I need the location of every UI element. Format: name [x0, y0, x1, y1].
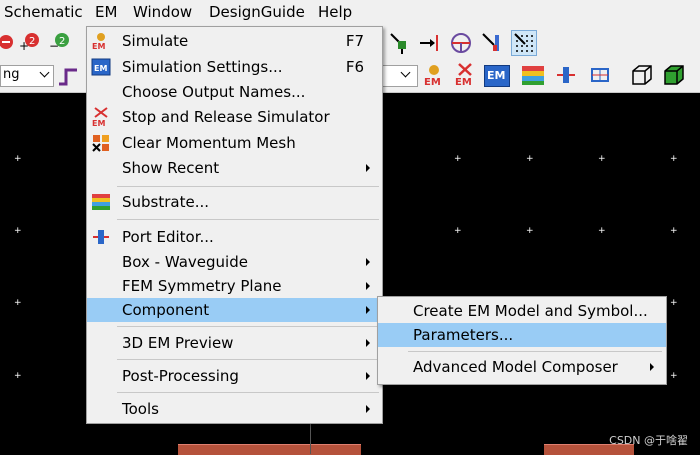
menu-bar: Schematic EM Window DesignGuide Help [0, 0, 700, 26]
em-simulate-icon[interactable]: EM [422, 63, 446, 87]
menu-item-3d-em-preview[interactable]: 3D EM Preview [87, 332, 382, 354]
menu-window[interactable]: Window [133, 3, 192, 21]
menu-item-box-waveguide[interactable]: Box - Waveguide [87, 251, 382, 273]
menu-item-fem-symmetry[interactable]: FEM Symmetry Plane [87, 275, 382, 297]
grid-dot: + [670, 371, 678, 381]
layer-combo-value: ng [3, 67, 20, 82]
substrate-icon [92, 194, 110, 210]
stop-simulator-icon: EM [92, 107, 108, 127]
mesh-settings-icon[interactable] [590, 63, 614, 87]
grid-dot: + [14, 154, 22, 164]
menu-schematic[interactable]: Schematic [4, 3, 83, 21]
submenu-arrow-icon [366, 282, 370, 290]
svg-text:EM: EM [92, 119, 105, 127]
submenu-arrow-icon [366, 405, 370, 413]
submenu-item-parameters[interactable]: Parameters... [378, 323, 666, 347]
chevron-down-icon [39, 67, 50, 78]
submenu-item-advanced-composer[interactable]: Advanced Model Composer [378, 356, 666, 378]
menu-separator [117, 326, 379, 327]
submenu-item-create-em-model[interactable]: Create EM Model and Symbol... [378, 300, 666, 322]
svg-text:EM: EM [424, 77, 441, 87]
substrate-icon[interactable] [521, 63, 545, 87]
menu-separator [117, 186, 379, 187]
grid-dot: + [670, 154, 678, 164]
chevron-down-icon [400, 67, 411, 78]
menu-item-show-recent[interactable]: Show Recent [87, 157, 382, 179]
menu-designguide[interactable]: DesignGuide [209, 3, 305, 21]
em-stop-icon[interactable]: EM [453, 63, 477, 87]
snap-grid-icon[interactable] [511, 30, 537, 56]
port-editor-icon[interactable] [554, 63, 578, 87]
em-settings-icon[interactable]: EM [484, 65, 510, 87]
svg-text:EM: EM [92, 42, 105, 51]
menu-separator [117, 392, 379, 393]
layout-shape[interactable] [178, 444, 361, 455]
grid-dot: + [598, 226, 606, 236]
menu-item-clear-mesh[interactable]: Clear Momentum Mesh [87, 132, 382, 154]
ground-target-icon[interactable] [449, 31, 473, 55]
menu-item-choose-output-names[interactable]: Choose Output Names... [87, 81, 382, 103]
grid-dot: + [598, 154, 606, 164]
grid-dot: + [14, 298, 22, 308]
menu-separator [117, 359, 379, 360]
3d-box-icon[interactable] [630, 63, 654, 87]
grid-dot: + [526, 226, 534, 236]
canvas-guide-line [310, 423, 311, 454]
svg-text:EM: EM [455, 77, 472, 87]
menu-help[interactable]: Help [318, 3, 352, 21]
svg-text:EM: EM [94, 64, 107, 73]
menu-item-substrate[interactable]: Substrate... [87, 191, 382, 213]
3d-view-icon[interactable] [662, 63, 686, 87]
menu-em[interactable]: EM [95, 3, 117, 21]
menu-item-simulation-settings[interactable]: EM Simulation Settings... F6 [87, 56, 382, 78]
svg-text:−: − [49, 39, 59, 53]
layer-combo[interactable]: ng [0, 65, 54, 87]
submenu-arrow-icon [366, 372, 370, 380]
simulate-icon: EM [92, 33, 105, 51]
submenu-arrow-icon [366, 164, 370, 172]
menu-item-stop-release[interactable]: EM Stop and Release Simulator [87, 106, 382, 128]
menu-item-tools[interactable]: Tools [87, 398, 382, 420]
grid-dot: + [14, 226, 22, 236]
grid-dot: + [14, 371, 22, 381]
place-pin-icon[interactable] [388, 31, 412, 55]
svg-text:2: 2 [59, 36, 65, 47]
submenu-arrow-icon [366, 339, 370, 347]
grid-dot: + [670, 298, 678, 308]
menu-separator [117, 219, 379, 220]
menu-item-port-editor[interactable]: Port Editor... [87, 226, 382, 248]
menu-item-post-processing[interactable]: Post-Processing [87, 365, 382, 387]
component-submenu: Create EM Model and Symbol... Parameters… [377, 296, 667, 385]
menu-item-simulate[interactable]: EM Simulate F7 [87, 30, 382, 52]
layer-combo-right[interactable] [382, 65, 418, 87]
watermark: CSDN @于啥翟 [609, 434, 688, 447]
submenu-arrow-icon [366, 258, 370, 266]
zoom-out-x2-icon[interactable]: 2 − [48, 30, 72, 54]
place-port-icon[interactable] [418, 31, 442, 55]
step-line-icon[interactable] [56, 64, 80, 88]
submenu-arrow-icon [366, 306, 370, 314]
em-settings-icon: EM [91, 58, 111, 76]
svg-text:+: + [19, 39, 29, 53]
port-editor-icon [93, 230, 109, 244]
submenu-arrow-icon [650, 363, 654, 371]
clear-mesh-icon [92, 135, 109, 152]
em-menu: EM Simulate F7 EM Simulation Settings...… [86, 26, 383, 424]
menu-separator [408, 351, 662, 352]
grid-dot: + [670, 226, 678, 236]
svg-text:2: 2 [29, 36, 35, 47]
grid-dot: + [526, 154, 534, 164]
grid-dot: + [454, 226, 462, 236]
grid-dot: + [454, 154, 462, 164]
menu-item-component[interactable]: Component [87, 298, 382, 322]
zoom-in-x2-icon[interactable]: 2 + [18, 30, 42, 54]
wire-select-icon[interactable] [480, 31, 504, 55]
